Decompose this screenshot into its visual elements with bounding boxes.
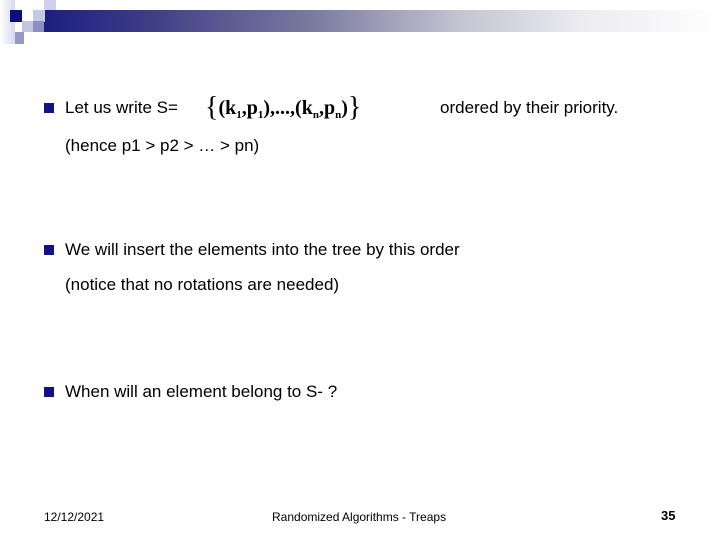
bullet-item: Let us write S= — [44, 98, 178, 118]
formula-close-brace: } — [347, 92, 362, 123]
bullet-text-suffix: ordered by their priority. — [440, 98, 619, 117]
formula-subscript: 1 — [236, 109, 242, 121]
slide: Let us write S= {(k1,p1),...,(kn,pn)} or… — [0, 0, 720, 540]
decor-square-mid — [22, 21, 33, 32]
formula-open-brace: { — [205, 92, 219, 123]
footer-title: Randomized Algorithms - Treaps — [272, 510, 447, 524]
bullet-subnote: (notice that no rotations are needed) — [65, 275, 340, 294]
bullet-square-icon — [44, 103, 54, 113]
formula-p: p — [323, 97, 336, 119]
bullet-text: We will insert the elements into the tre… — [65, 240, 460, 259]
formula-subscript: n — [312, 109, 319, 121]
formula-subscript: 1 — [257, 109, 264, 121]
formula-p: p — [246, 97, 258, 119]
bullet-square-icon — [44, 245, 54, 255]
decor-square-dark — [10, 10, 22, 22]
formula-k: k — [225, 97, 237, 119]
formula-ellipsis: ,..., — [270, 97, 296, 119]
footer-date: 12/12/2021 — [44, 510, 105, 524]
bullet-subnote: (hence p1 > p2 > … > pn) — [65, 136, 260, 155]
header-gradient-bar — [40, 10, 720, 32]
set-formula: {(k1,p1),...,(kn,pn)} — [205, 92, 362, 123]
bullet-text: When will an element belong to S- ? — [65, 382, 338, 401]
formula-k: k — [301, 97, 313, 119]
page-number: 35 — [661, 508, 676, 523]
decor-square-mid — [15, 32, 24, 44]
bullet-text: Let us write S= — [65, 98, 178, 117]
decor-square-light — [44, 0, 56, 10]
bullet-item: When will an element belong to S- ? — [44, 382, 337, 402]
bullet-item: We will insert the elements into the tre… — [44, 240, 460, 260]
formula-subscript: n — [335, 109, 342, 121]
decor-square-mid — [33, 21, 44, 32]
decor-fade-strip — [0, 0, 15, 44]
bullet-square-icon — [44, 387, 54, 397]
